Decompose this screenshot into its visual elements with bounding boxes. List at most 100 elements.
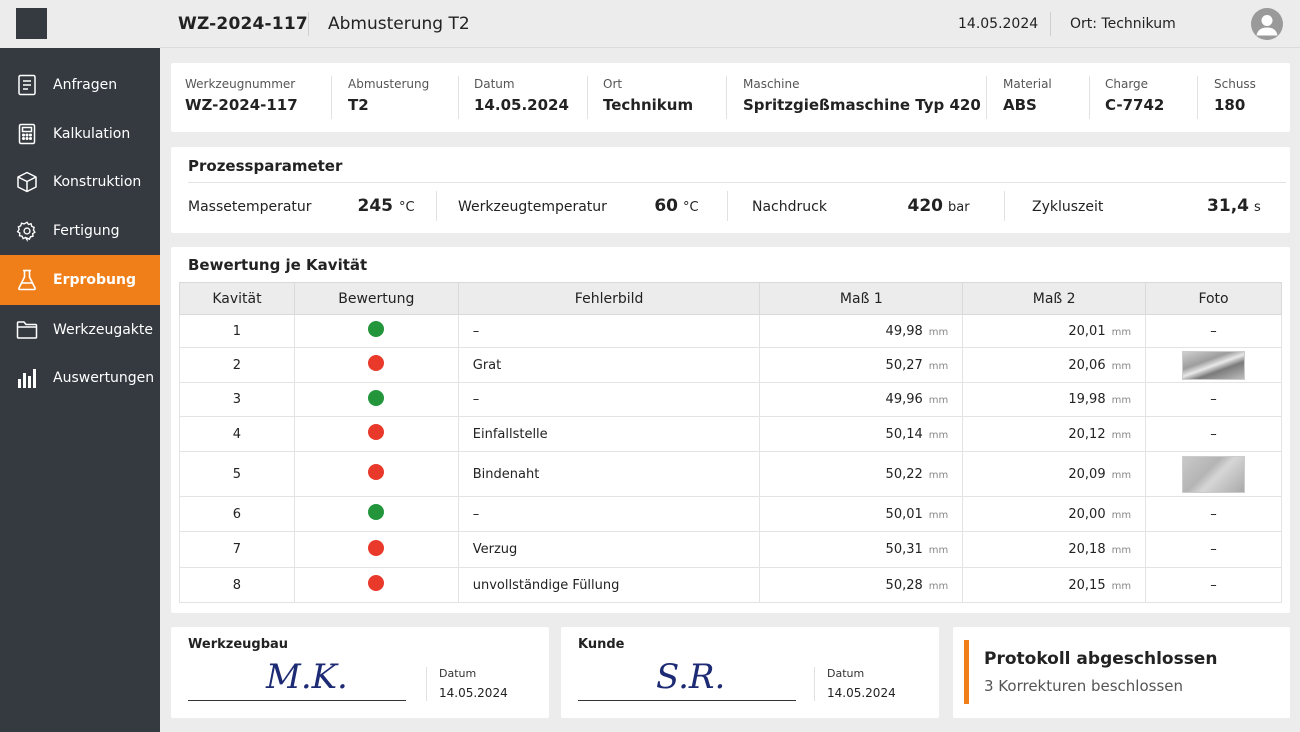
measure-unit: mm [1111,395,1132,406]
param-unit: s [1254,200,1261,215]
status-nok-indicator [368,424,385,440]
rating-cell [293,416,459,452]
measure-value: 20,01 [1068,323,1106,339]
photo-cell: – [1145,567,1282,603]
cavity-number: 3 [179,382,295,417]
table-row[interactable]: 2 Grat 50,27 mm 20,06 mm [179,347,1282,383]
defect-photo-thumbnail[interactable] [1182,350,1246,380]
tool-info-card: Werkzeugnummer WZ-2024-117 Abmusterung T… [171,63,1290,132]
gear-icon [16,220,38,242]
cavity-number: 6 [179,496,295,532]
measure-value: 20,15 [1068,577,1106,593]
param-unit: °C [399,200,415,215]
sidebar-item-erprobung[interactable]: Erprobung [0,255,160,305]
table-row[interactable]: 3 – 49,96 mm 19,98 mm – [179,382,1282,417]
column-header[interactable]: Bewertung [293,282,459,315]
table-row[interactable]: 7 Verzug 50,31 mm 20,18 mm – [179,531,1282,568]
measure-unit: mm [1111,545,1132,556]
measure-2-cell: 20,15 mm [962,567,1147,603]
column-header[interactable]: Maß 2 [962,282,1147,315]
measure-unit: mm [928,545,949,556]
rating-cell [293,347,459,383]
table-row[interactable]: 6 – 50,01 mm 20,00 mm – [179,496,1282,532]
sidebar-item-konstruktion[interactable]: Konstruktion [0,158,160,206]
measure-value: 20,00 [1068,506,1106,522]
flask-icon [16,269,38,291]
table-row[interactable]: 1 – 49,98 mm 20,01 mm – [179,314,1282,348]
bar-chart-icon [16,367,38,389]
defect-photo-thumbnail[interactable] [1182,455,1246,493]
photo-cell: – [1145,416,1282,452]
measure-2-cell: 20,00 mm [962,496,1147,532]
sidebar-item-label: Anfragen [53,77,118,93]
info-werkzeugnummer: Werkzeugnummer WZ-2024-117 [185,77,298,114]
measure-1-cell: 50,31 mm [759,531,964,568]
param-label: Massetemperatur [188,199,312,215]
sidebar-item-label: Erprobung [53,272,136,288]
sidebar-item-anfragen[interactable]: Anfragen [0,61,160,109]
signature-image: S.R. [656,657,726,697]
photo-cell[interactable] [1145,451,1282,497]
signature-date-label: Datum [827,667,865,680]
measure-unit: mm [1111,469,1132,481]
measure-value: 49,96 [885,392,923,407]
measure-value: 50,31 [885,542,923,557]
signature-date: 14.05.2024 [439,686,508,700]
user-avatar[interactable] [1251,8,1283,40]
column-header[interactable]: Kavität [179,282,295,315]
section-title: Prozessparameter [188,157,343,175]
status-nok-indicator [368,575,385,591]
measure-1-cell: 50,22 mm [759,451,964,497]
table-row[interactable]: 4 Einfallstelle 50,14 mm 20,12 mm – [179,416,1282,452]
sidebar-item-auswertungen[interactable]: Auswertungen [0,354,160,402]
measure-unit: mm [1111,360,1132,372]
sidebar-item-fertigung[interactable]: Fertigung [0,207,160,255]
logo-area [0,0,160,48]
sidebar-item-werkzeugakte[interactable]: Werkzeugakte [0,306,160,354]
defect-description: – [457,496,761,532]
rating-cell [293,496,459,532]
measure-unit: mm [928,469,949,481]
param-value: 420 [907,196,944,216]
header-date: 14.05.2024 [958,15,1039,32]
measure-2-cell: 20,01 mm [962,314,1147,348]
sidebar-item-kalkulation[interactable]: Kalkulation [0,110,160,158]
measure-1-cell: 49,98 mm [759,314,964,348]
param-label: Zykluszeit [1032,199,1104,215]
info-divider [587,76,588,119]
column-header[interactable]: Fehlerbild [457,282,761,315]
protocol-status-card: Protokoll abgeschlossen 3 Korrekturen be… [953,627,1290,718]
top-header: WZ-2024-117 Abmusterung T2 14.05.2024 Or… [160,0,1300,48]
rating-cell [293,314,459,348]
info-material: Material ABS [1003,77,1052,114]
measure-value: 20,06 [1068,357,1106,373]
calculator-icon [16,123,38,145]
info-maschine: Maschine Spritzgießmaschine Typ 420 [743,77,981,114]
param-value: 31,4 [1207,196,1249,216]
defect-description: Grat [457,347,761,383]
measure-value: 50,27 [885,357,923,373]
signature-image: M.K. [266,657,348,697]
measure-value: 50,14 [885,426,923,442]
measure-value: 50,28 [885,577,923,593]
signature-divider [814,667,815,701]
header-tool-number: WZ-2024-117 [178,13,308,34]
defect-description: – [457,314,761,348]
info-abmusterung: Abmusterung T2 [348,77,429,114]
section-title: Bewertung je Kavität [188,256,368,274]
photo-cell[interactable] [1145,347,1282,383]
measure-unit: mm [928,360,949,372]
table-row[interactable]: 8 unvollständige Füllung 50,28 mm 20,15 mm – [179,567,1282,603]
status-title: Protokoll abgeschlossen [984,649,1218,669]
measure-1-cell: 50,28 mm [759,567,964,603]
defect-description: unvollständige Füllung [457,567,761,603]
param-unit: °C [683,200,699,215]
measure-unit: mm [1111,580,1132,592]
sidebar: Anfragen Kalkulation Konstruktion Fertig… [0,0,160,732]
column-header[interactable]: Maß 1 [759,282,964,315]
column-header[interactable]: Foto [1145,282,1282,315]
table-row[interactable]: 5 Bindenaht 50,22 mm 20,09 mm [179,451,1282,497]
measure-value: 20,12 [1068,426,1106,442]
info-schuss: Schuss 180 [1214,77,1256,114]
status-nok-indicator [368,539,385,556]
